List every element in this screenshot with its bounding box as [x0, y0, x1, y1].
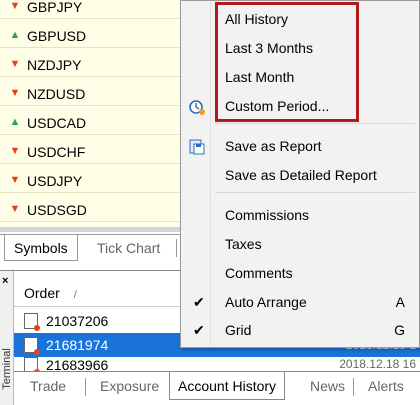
order-id: 21037206	[46, 313, 109, 329]
arrow-down-icon: ▼	[9, 203, 21, 215]
menu-item-label: Commissions	[225, 207, 310, 223]
menu-item-save-as-report[interactable]: Save as Report	[181, 132, 419, 160]
order-document-icon	[24, 337, 40, 355]
tab-account-history[interactable]: Account History	[169, 372, 286, 400]
order-id: 21683966	[46, 357, 109, 371]
tab-divider	[85, 378, 86, 396]
save-report-icon	[188, 137, 206, 155]
arrow-up-icon: ▲	[9, 116, 21, 128]
symbol-row[interactable]: ▼ NZDUSD	[0, 82, 182, 106]
menu-item-label: Taxes	[225, 236, 262, 252]
tab-tick-chart[interactable]: Tick Chart	[88, 235, 169, 261]
sort-indicator-icon: /	[73, 289, 77, 301]
symbol-list: ▼ GBPJPY ▲ GBPUSD ▼ NZDJPY ▼ NZDUSD ▲ USDCAD ▼ USDC…	[0, 0, 182, 232]
tab-exposure[interactable]: Exposure	[92, 372, 167, 400]
symbol-name: USDCHF	[27, 143, 86, 160]
symbol-row[interactable]: ▲ USDCAD	[0, 111, 182, 135]
terminal-tabs: Trade Exposure Account History News Aler…	[14, 371, 420, 401]
symbol-name: NZDJPY	[27, 56, 82, 73]
trading-terminal-window: ▼ GBPJPY ▲ GBPUSD ▼ NZDJPY ▼ NZDUSD ▲ USDCAD ▼ USDC…	[0, 0, 420, 405]
order-row[interactable]: 21683966 2018.12.18 16	[14, 357, 420, 371]
menu-item-label: Auto Arrange	[225, 294, 307, 310]
order-time: 2018.12.18 16	[339, 357, 416, 371]
symbol-row[interactable]: ▼ USDCHF	[0, 140, 182, 164]
symbol-name: USDJPY	[27, 172, 83, 189]
menu-item-save-as-detailed-report[interactable]: Save as Detailed Report	[181, 161, 419, 189]
menu-item-auto-arrange[interactable]: ✔ Auto Arrange A	[181, 288, 419, 316]
terminal-sidebar: × Terminal	[0, 271, 14, 405]
tab-divider	[176, 239, 177, 257]
arrow-down-icon: ▼	[9, 174, 21, 186]
market-watch-tabs: Symbols Tick Chart	[0, 234, 182, 262]
order-id: 21681974	[46, 337, 109, 353]
menu-shortcut: G	[394, 322, 405, 338]
menu-item-grid[interactable]: ✔ Grid G	[181, 316, 419, 344]
symbol-row[interactable]: ▼ GBPJPY	[0, 0, 182, 19]
menu-separator	[215, 123, 415, 124]
tab-divider	[353, 378, 354, 396]
close-icon[interactable]: ×	[2, 275, 8, 287]
symbol-name: GBPUSD	[27, 27, 87, 44]
checkmark-icon: ✔	[193, 294, 205, 310]
menu-item-comments[interactable]: Comments	[181, 259, 419, 287]
tab-alerts[interactable]: Alerts	[360, 372, 412, 400]
arrow-down-icon: ▼	[9, 87, 21, 99]
symbol-row[interactable]: ▼ USDSGD	[0, 198, 182, 222]
menu-item-label: Grid	[225, 322, 252, 338]
tab-symbols[interactable]: Symbols	[4, 235, 78, 261]
order-header-label: Order	[24, 285, 60, 301]
checkmark-icon: ✔	[193, 322, 205, 338]
market-watch-panel: ▼ GBPJPY ▲ GBPUSD ▼ NZDJPY ▼ NZDUSD ▲ USDCAD ▼ USDC…	[0, 0, 182, 268]
menu-item-commissions[interactable]: Commissions	[181, 201, 419, 229]
symbol-row[interactable]: ▲XAGUSD	[0, 227, 182, 232]
symbol-name: USDSGD	[27, 201, 87, 218]
symbol-row[interactable]: ▼ NZDJPY	[0, 53, 182, 77]
terminal-label: Terminal	[1, 348, 13, 390]
menu-item-label: Comments	[225, 265, 293, 281]
symbol-name: GBPJPY	[27, 0, 83, 15]
order-document-icon	[24, 357, 40, 371]
menu-separator	[215, 192, 415, 193]
symbol-name: USDCAD	[27, 114, 87, 131]
arrow-down-icon: ▼	[9, 58, 21, 70]
arrow-up-icon: ▲	[9, 29, 21, 41]
menu-item-label: Save as Report	[225, 138, 322, 154]
order-document-icon	[24, 313, 40, 331]
symbol-row[interactable]: ▼ USDJPY	[0, 169, 182, 193]
symbol-row[interactable]: ▲ GBPUSD	[0, 24, 182, 48]
symbol-name: XAGUSD	[27, 231, 86, 233]
highlight-box	[215, 2, 359, 122]
arrow-down-icon: ▼	[9, 0, 21, 12]
menu-item-taxes[interactable]: Taxes	[181, 230, 419, 258]
tab-trade[interactable]: Trade	[22, 372, 74, 400]
arrow-down-icon: ▼	[9, 145, 21, 157]
menu-item-label: Save as Detailed Report	[225, 167, 377, 183]
tab-news[interactable]: News	[302, 372, 353, 400]
symbol-name: NZDUSD	[27, 85, 86, 102]
clock-period-icon	[188, 97, 206, 115]
menu-shortcut: A	[395, 294, 405, 310]
